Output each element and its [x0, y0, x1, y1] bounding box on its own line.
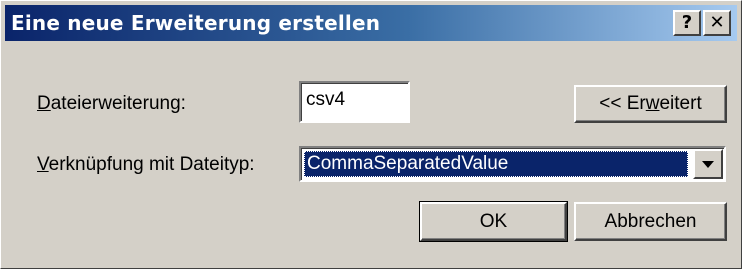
close-icon: ✕	[709, 12, 725, 33]
cancel-label: Abbrechen	[604, 211, 697, 232]
cancel-button[interactable]: Abbrechen	[574, 202, 727, 241]
filetype-dropdown[interactable]: CommaSeparatedValue	[299, 146, 726, 182]
advanced-label-mnemonic: w	[645, 93, 660, 114]
create-extension-dialog: Eine neue Erweiterung erstellen ? ✕ Date…	[0, 0, 742, 269]
advanced-label-post: eitert	[659, 93, 702, 114]
extension-label: Dateierweiterung:	[37, 93, 186, 115]
extension-label-text: ateierweiterung:	[50, 93, 186, 114]
chevron-down-icon	[702, 161, 714, 168]
advanced-label-pre: << Er	[599, 93, 646, 114]
title-bar[interactable]: Eine neue Erweiterung erstellen ? ✕	[5, 5, 737, 41]
association-label: Verknüpfung mit Dateityp:	[37, 154, 255, 176]
dropdown-arrow-button[interactable]	[693, 149, 723, 179]
ok-button[interactable]: OK	[419, 201, 568, 242]
help-button[interactable]: ?	[673, 10, 701, 36]
association-label-text: erknüpfung mit Dateityp:	[48, 154, 255, 175]
extension-label-mnemonic: D	[37, 93, 51, 114]
extension-input[interactable]: csv4	[299, 81, 410, 123]
ok-label: OK	[479, 211, 508, 232]
help-icon: ?	[681, 12, 693, 33]
extension-input-value: csv4	[306, 89, 346, 110]
filetype-selected-value: CommaSeparatedValue	[304, 151, 688, 177]
close-button[interactable]: ✕	[703, 10, 731, 36]
dialog-title: Eine neue Erweiterung erstellen	[11, 11, 381, 35]
association-label-mnemonic: V	[37, 154, 49, 175]
advanced-button[interactable]: << Erweitert	[574, 85, 727, 123]
